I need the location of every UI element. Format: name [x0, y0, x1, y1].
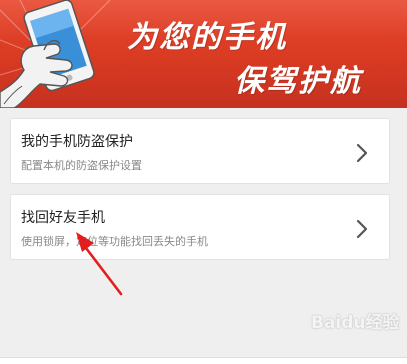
slogan-line-2: 保驾护航 — [234, 64, 362, 99]
header-banner: 为您的手机 保驾护航 — [0, 0, 407, 108]
menu-item-subtitle: 使用锁屏，定位等功能找回丢失的手机 — [21, 235, 208, 248]
chevron-right-icon — [356, 219, 368, 239]
menu-item-find-friend-phone[interactable]: 找回好友手机 使用锁屏，定位等功能找回丢失的手机 — [10, 194, 390, 260]
screen: 为您的手机 保驾护航 我的手机防盗保护 配置本机的防盗保护设置 找回好友手机 使… — [0, 0, 407, 364]
baidu-watermark: Baidu经验 — [311, 304, 400, 334]
bottom-divider — [0, 357, 407, 364]
menu-item-subtitle: 配置本机的防盗保护设置 — [21, 159, 142, 172]
hand-holding-phone-illustration — [0, 0, 111, 108]
watermark-text: Baidu经验 — [311, 313, 400, 333]
menu-item-title: 找回好友手机 — [21, 210, 105, 226]
menu-item-anti-theft-protection[interactable]: 我的手机防盗保护 配置本机的防盗保护设置 — [10, 118, 390, 184]
menu-item-title: 我的手机防盗保护 — [21, 134, 133, 150]
chevron-right-icon — [356, 143, 368, 163]
slogan-line-1: 为您的手机 — [127, 20, 287, 55]
